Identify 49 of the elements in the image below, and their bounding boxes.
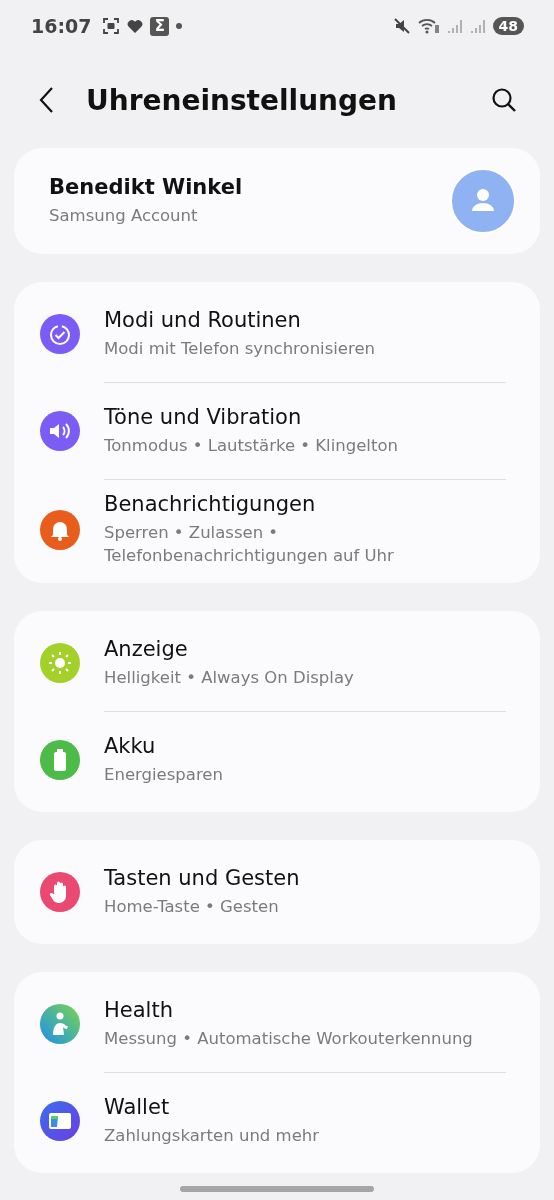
speaker-icon bbox=[40, 411, 80, 451]
runner-icon bbox=[40, 1004, 80, 1045]
hand-icon bbox=[40, 872, 80, 913]
wallet-icon bbox=[40, 1101, 80, 1142]
heart-icon bbox=[127, 18, 144, 34]
settings-item[interactable]: Tasten und Gesten Home-Taste • Gesten bbox=[14, 844, 540, 941]
app-badge-icon: Σ bbox=[150, 16, 170, 36]
status-time: 16:07 bbox=[31, 15, 92, 37]
back-button[interactable] bbox=[38, 86, 54, 114]
item-subtitle: Home-Taste • Gesten bbox=[104, 896, 280, 919]
item-subtitle: Zahlungskarten und mehr bbox=[104, 1125, 320, 1148]
item-title: Töne und Vibration bbox=[104, 404, 303, 429]
settings-item[interactable]: Modi und Routinen Modi mit Telefon synchronisieren bbox=[14, 286, 540, 382]
avatar-icon bbox=[450, 168, 516, 234]
item-subtitle: Sperren • Zulassen • Telefonbenachrichtigungen auf Uhr bbox=[104, 522, 395, 568]
check-circle-icon bbox=[40, 314, 80, 354]
item-subtitle: Modi mit Telefon synchronisieren bbox=[104, 337, 376, 360]
battery-icon bbox=[40, 740, 80, 781]
search-button[interactable] bbox=[490, 86, 518, 114]
battery-level: 48 bbox=[492, 17, 524, 35]
item-subtitle: Tonmodus • Lautstärke • Klingelton bbox=[104, 434, 398, 457]
account-subtitle: Samsung Account bbox=[49, 204, 199, 227]
item-title: Tasten und Gesten bbox=[104, 866, 300, 891]
wifi-icon bbox=[417, 17, 440, 35]
item-title: Anzeige bbox=[104, 637, 189, 662]
settings-item[interactable]: Töne und Vibration Tonmodus • Lautstärke • Klingelton bbox=[14, 383, 540, 479]
account-name: Benedikt Winkel bbox=[49, 174, 244, 199]
item-title: Wallet bbox=[104, 1095, 171, 1120]
item-subtitle: Helligkeit • Always On Display bbox=[104, 667, 354, 690]
mute-icon bbox=[392, 17, 411, 35]
screenshot-icon bbox=[102, 17, 121, 35]
settings-item[interactable]: Akku Energiesparen bbox=[14, 712, 540, 809]
signal-icon bbox=[469, 18, 486, 34]
signal-icon bbox=[446, 18, 463, 34]
item-subtitle: Energiesparen bbox=[104, 764, 223, 787]
settings-item[interactable]: Anzeige Helligkeit • Always On Display bbox=[14, 615, 540, 712]
item-title: Modi und Routinen bbox=[104, 307, 302, 332]
bell-icon bbox=[40, 509, 80, 550]
settings-item[interactable]: Wallet Zahlungskarten und mehr bbox=[14, 1073, 540, 1170]
item-subtitle: Messung • Automatische Workouterkennung bbox=[104, 1028, 473, 1051]
sun-icon bbox=[40, 643, 80, 684]
item-title: Akku bbox=[104, 734, 157, 759]
account-card[interactable]: Benedikt Winkel Samsung Account bbox=[14, 148, 540, 254]
item-title: Benachrichtigungen bbox=[104, 492, 317, 516]
settings-item[interactable]: Benachrichtigungen Sperren • Zulassen • Telefonbenachrichtigungen auf Uhr bbox=[14, 480, 540, 580]
dot-icon bbox=[176, 23, 183, 29]
item-title: Health bbox=[104, 998, 174, 1023]
page-title: Uhreneinstellungen bbox=[86, 83, 398, 117]
settings-item[interactable]: Health Messung • Automatische Workouterkennung bbox=[14, 976, 540, 1073]
